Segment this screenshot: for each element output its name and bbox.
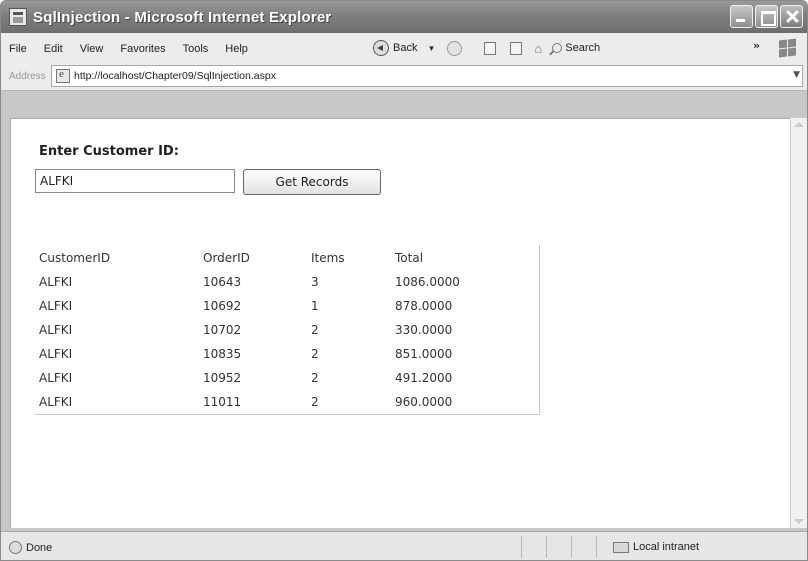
home-icon[interactable]: ⌂ [534, 41, 542, 56]
minimize-button[interactable] [730, 5, 753, 28]
toolbar: Back ▼ ⌂ Search [373, 40, 600, 56]
search-label: Search [565, 42, 601, 54]
stop-icon[interactable] [484, 41, 497, 55]
url-text: http://localhost/Chapter09/SqlInjection.… [74, 70, 276, 82]
menu-view[interactable]: View [80, 43, 104, 55]
table-row: ALFKI 11011 2 960.0000 [35, 390, 531, 414]
cell-customerid: ALFKI [39, 395, 73, 409]
cell-items: 3 [311, 275, 319, 289]
menu-tools[interactable]: Tools [183, 43, 209, 55]
cell-orderid: 11011 [203, 395, 242, 409]
menu-and-toolbar: File Edit View Favorites Tools Help Back… [1, 33, 807, 91]
address-input[interactable]: http://localhost/Chapter09/SqlInjection.… [51, 65, 803, 87]
table-row: ALFKI 10952 2 491.2000 [35, 366, 531, 390]
scroll-down-icon[interactable] [794, 519, 804, 524]
maximize-button[interactable] [755, 5, 778, 28]
zone-text: Local intranet [633, 541, 700, 553]
title-bar[interactable]: SqlInjection - Microsoft Internet Explor… [1, 1, 807, 33]
menu-help[interactable]: Help [225, 43, 248, 55]
table-row: ALFKI 10835 2 851.0000 [35, 342, 531, 366]
menu-edit[interactable]: Edit [44, 43, 63, 55]
column-header-customerid: CustomerID [39, 250, 111, 265]
cell-items: 2 [311, 395, 319, 409]
orders-grid: CustomerID OrderID Items Total ALFKI 106… [35, 245, 540, 415]
scroll-up-icon[interactable] [794, 122, 804, 127]
forward-icon[interactable] [447, 40, 463, 56]
address-label: Address [9, 70, 46, 82]
menu-favorites[interactable]: Favorites [120, 43, 165, 55]
customer-id-label: Enter Customer ID: [39, 144, 179, 159]
column-header-items: Items [311, 250, 345, 265]
cell-orderid: 10692 [203, 299, 242, 313]
status-divider [521, 536, 522, 558]
page-icon [56, 68, 70, 83]
customer-id-input[interactable]: ALFKI [35, 169, 235, 193]
close-button[interactable] [780, 5, 803, 28]
cell-customerid: ALFKI [39, 371, 73, 385]
search-icon [552, 43, 563, 53]
cell-customerid: ALFKI [39, 299, 73, 313]
address-dropdown-icon[interactable]: ▼ [793, 70, 800, 80]
cell-items: 2 [311, 371, 319, 385]
back-label: Back [393, 42, 418, 54]
window-title: SqlInjection - Microsoft Internet Explor… [33, 8, 332, 26]
menu-bar: File Edit View Favorites Tools Help [9, 43, 265, 55]
cell-customerid: ALFKI [39, 323, 73, 337]
cell-total: 491.2000 [395, 371, 453, 385]
cell-orderid: 10643 [203, 275, 242, 289]
column-header-orderid: OrderID [203, 250, 250, 265]
cell-total: 851.0000 [395, 347, 453, 361]
status-divider [596, 536, 597, 558]
table-row: ALFKI 10643 3 1086.0000 [35, 270, 531, 294]
cell-customerid: ALFKI [39, 347, 73, 361]
ie-status-icon [9, 541, 22, 554]
search-button[interactable]: Search [552, 42, 600, 54]
back-dropdown-icon[interactable]: ▼ [427, 44, 435, 53]
menu-file[interactable]: File [9, 43, 27, 55]
column-header-total: Total [395, 250, 424, 265]
browser-window: SqlInjection - Microsoft Internet Explor… [0, 0, 808, 561]
security-zone[interactable]: Local intranet [613, 541, 699, 553]
refresh-icon[interactable] [510, 41, 523, 55]
table-row: ALFKI 10702 2 330.0000 [35, 318, 531, 342]
cell-total: 878.0000 [395, 299, 453, 313]
cell-customerid: ALFKI [39, 275, 73, 289]
cell-total: 1086.0000 [395, 275, 460, 289]
toolbar-overflow-icon[interactable]: » [753, 39, 760, 52]
table-header-row: CustomerID OrderID Items Total [35, 245, 531, 270]
address-bar: Address http://localhost/Chapter09/SqlIn… [1, 64, 807, 88]
table-row: ALFKI 10692 1 878.0000 [35, 294, 531, 318]
local-intranet-icon [613, 541, 629, 553]
cell-total: 960.0000 [395, 395, 453, 409]
status-bar: Done Local intranet [1, 531, 807, 560]
status-divider [571, 536, 572, 558]
cell-items: 1 [311, 299, 319, 313]
vertical-scrollbar[interactable] [790, 118, 807, 528]
cell-items: 2 [311, 347, 319, 361]
status-left: Done [9, 541, 52, 554]
window-controls [730, 5, 803, 28]
cell-orderid: 10835 [203, 347, 242, 361]
ie-page-icon [9, 8, 27, 26]
cell-orderid: 10952 [203, 371, 242, 385]
status-text: Done [26, 541, 53, 554]
status-divider [546, 536, 547, 558]
page-content: Enter Customer ID: ALFKI Get Records Cus… [10, 118, 790, 528]
cell-total: 330.0000 [395, 323, 453, 337]
cell-orderid: 10702 [203, 323, 242, 337]
back-button[interactable]: Back ▼ [373, 40, 435, 56]
cell-items: 2 [311, 323, 319, 337]
get-records-button[interactable]: Get Records [243, 169, 381, 195]
windows-logo-icon [777, 37, 799, 59]
back-arrow-icon [373, 40, 389, 56]
